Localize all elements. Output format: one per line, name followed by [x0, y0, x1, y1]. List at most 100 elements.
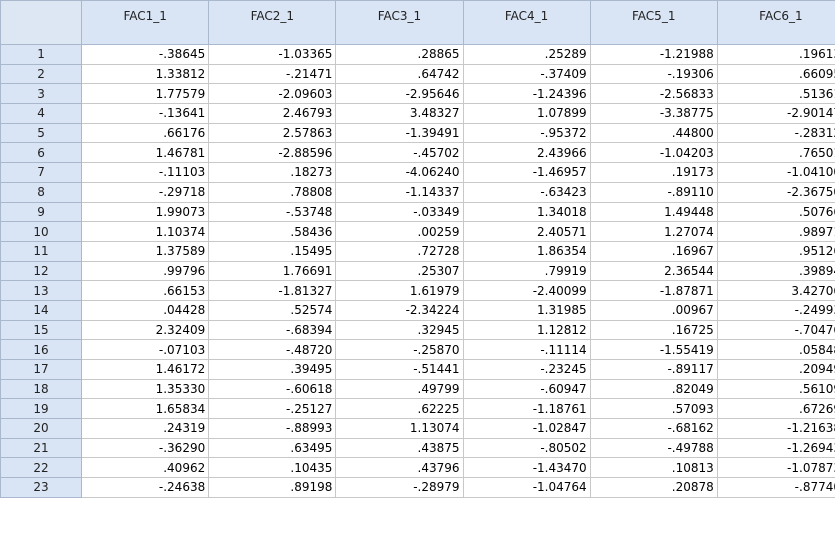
data-cell[interactable]: -1.81327	[208, 280, 337, 301]
row-number-header[interactable]: 15	[0, 319, 83, 341]
data-cell[interactable]: 3.48327	[335, 103, 464, 124]
row-number-header[interactable]: 14	[0, 299, 83, 321]
data-cell[interactable]: -1.07873	[716, 457, 835, 479]
data-cell[interactable]: 1.46172	[81, 359, 210, 380]
data-cell[interactable]: 1.65834	[81, 398, 210, 420]
column-header-fac6[interactable]: FAC6_1	[716, 0, 835, 45]
data-cell[interactable]: .95126	[716, 240, 835, 262]
data-cell[interactable]: -2.34224	[335, 299, 464, 321]
data-cell[interactable]: .28865	[335, 44, 464, 65]
column-header-fac1[interactable]: FAC1_1	[81, 0, 210, 45]
data-cell[interactable]: -.23245	[462, 359, 591, 380]
data-cell[interactable]: .58436	[208, 221, 337, 242]
corner-cell[interactable]	[0, 0, 83, 45]
row-number-header[interactable]: 4	[0, 103, 83, 124]
data-cell[interactable]: .66176	[81, 122, 210, 144]
row-number-header[interactable]: 2	[0, 63, 83, 85]
data-cell[interactable]: -1.46957	[462, 162, 591, 183]
data-cell[interactable]: -.48720	[208, 339, 337, 360]
data-cell[interactable]: .32945	[335, 319, 464, 341]
data-cell[interactable]: -1.02847	[462, 418, 591, 439]
data-cell[interactable]: .20878	[589, 477, 718, 498]
data-cell[interactable]: .44800	[589, 122, 718, 144]
data-cell[interactable]: 2.36544	[589, 260, 718, 282]
data-cell[interactable]: 3.42706	[716, 280, 835, 301]
data-cell[interactable]: .50766	[716, 201, 835, 223]
data-cell[interactable]: -.24993	[716, 299, 835, 321]
data-cell[interactable]: -.25127	[208, 398, 337, 420]
data-cell[interactable]: .18273	[208, 162, 337, 183]
row-number-header[interactable]: 10	[0, 221, 83, 242]
row-number-header[interactable]: 22	[0, 457, 83, 479]
data-cell[interactable]: 1.31985	[462, 299, 591, 321]
data-cell[interactable]: -4.06240	[335, 162, 464, 183]
data-cell[interactable]: -2.90147	[716, 103, 835, 124]
data-cell[interactable]: .51361	[716, 83, 835, 105]
data-cell[interactable]: -.19306	[589, 63, 718, 85]
row-number-header[interactable]: 6	[0, 142, 83, 164]
data-cell[interactable]: -1.04100	[716, 162, 835, 183]
row-number-header[interactable]: 16	[0, 339, 83, 360]
data-cell[interactable]: 2.57863	[208, 122, 337, 144]
data-cell[interactable]: -1.24396	[462, 83, 591, 105]
data-cell[interactable]: -2.09603	[208, 83, 337, 105]
data-cell[interactable]: 1.35330	[81, 378, 210, 400]
data-cell[interactable]: .56109	[716, 378, 835, 400]
data-cell[interactable]: -2.36750	[716, 181, 835, 203]
row-number-header[interactable]: 23	[0, 477, 83, 498]
data-cell[interactable]: .82049	[589, 378, 718, 400]
data-cell[interactable]: -2.88596	[208, 142, 337, 164]
data-cell[interactable]: -1.14337	[335, 181, 464, 203]
data-cell[interactable]: .66095	[716, 63, 835, 85]
row-number-header[interactable]: 18	[0, 378, 83, 400]
data-cell[interactable]: 1.27074	[589, 221, 718, 242]
data-cell[interactable]: .16725	[589, 319, 718, 341]
data-cell[interactable]: -.63423	[462, 181, 591, 203]
data-cell[interactable]: 1.13074	[335, 418, 464, 439]
data-cell[interactable]: -.28312	[716, 122, 835, 144]
data-cell[interactable]: .62225	[335, 398, 464, 420]
data-cell[interactable]: -.51441	[335, 359, 464, 380]
row-number-header[interactable]: 9	[0, 201, 83, 223]
data-cell[interactable]: 2.40571	[462, 221, 591, 242]
data-cell[interactable]: .43796	[335, 457, 464, 479]
data-cell[interactable]: -1.03365	[208, 44, 337, 65]
data-cell[interactable]: -.37409	[462, 63, 591, 85]
row-number-header[interactable]: 20	[0, 418, 83, 439]
data-cell[interactable]: .39495	[208, 359, 337, 380]
data-cell[interactable]: .25307	[335, 260, 464, 282]
column-header-fac2[interactable]: FAC2_1	[208, 0, 337, 45]
data-cell[interactable]: 1.12812	[462, 319, 591, 341]
data-cell[interactable]: .19173	[589, 162, 718, 183]
data-cell[interactable]: -.24638	[81, 477, 210, 498]
data-cell[interactable]: .66153	[81, 280, 210, 301]
data-cell[interactable]: 2.46793	[208, 103, 337, 124]
data-cell[interactable]: 1.34018	[462, 201, 591, 223]
data-cell[interactable]: -.36290	[81, 437, 210, 459]
data-cell[interactable]: .00259	[335, 221, 464, 242]
data-cell[interactable]: .05848	[716, 339, 835, 360]
row-number-header[interactable]: 1	[0, 44, 83, 65]
data-cell[interactable]: -.13641	[81, 103, 210, 124]
data-cell[interactable]: .43875	[335, 437, 464, 459]
data-cell[interactable]: 1.99073	[81, 201, 210, 223]
data-cell[interactable]: -1.39491	[335, 122, 464, 144]
column-header-fac4[interactable]: FAC4_1	[462, 0, 591, 45]
row-number-header[interactable]: 5	[0, 122, 83, 144]
data-cell[interactable]: -1.18761	[462, 398, 591, 420]
data-cell[interactable]: -1.26943	[716, 437, 835, 459]
data-cell[interactable]: 1.37589	[81, 240, 210, 262]
data-cell[interactable]: .40962	[81, 457, 210, 479]
data-cell[interactable]: -1.87871	[589, 280, 718, 301]
data-cell[interactable]: .10813	[589, 457, 718, 479]
data-cell[interactable]: -.88993	[208, 418, 337, 439]
data-cell[interactable]: -.70476	[716, 319, 835, 341]
data-cell[interactable]: 1.46781	[81, 142, 210, 164]
row-number-header[interactable]: 13	[0, 280, 83, 301]
data-cell[interactable]: -.29718	[81, 181, 210, 203]
data-cell[interactable]: -2.95646	[335, 83, 464, 105]
data-cell[interactable]: 2.43966	[462, 142, 591, 164]
data-cell[interactable]: 1.76691	[208, 260, 337, 282]
data-cell[interactable]: -.07103	[81, 339, 210, 360]
data-cell[interactable]: -1.04764	[462, 477, 591, 498]
